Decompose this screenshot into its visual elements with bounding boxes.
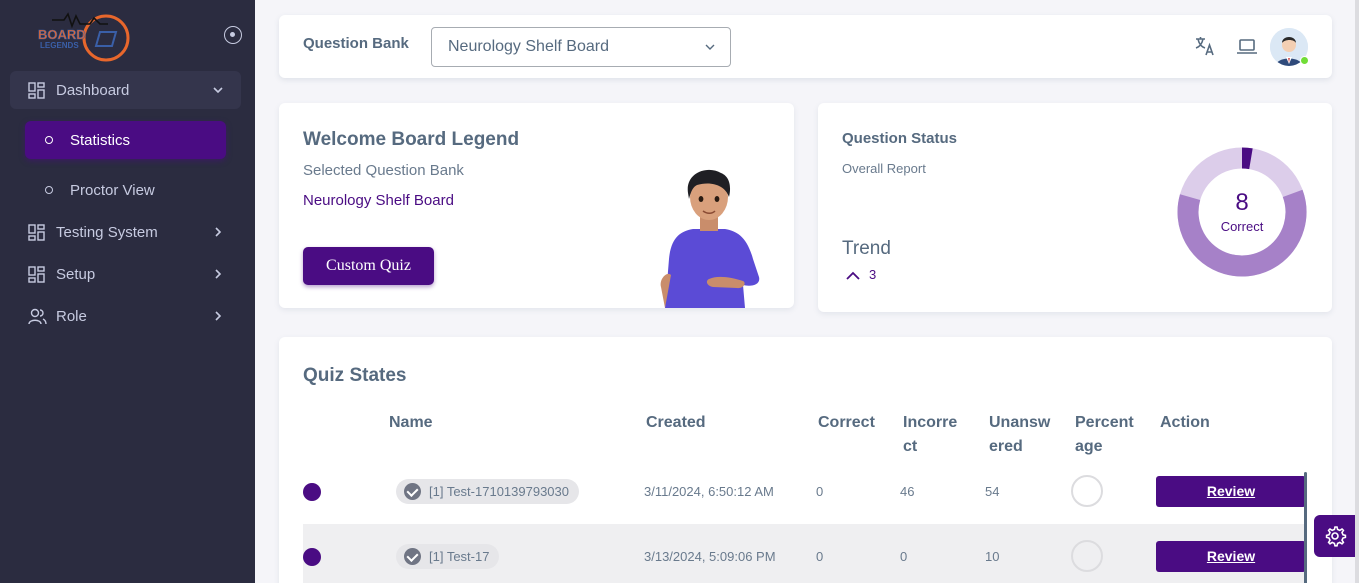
question-bank-selected-value: Neurology Shelf Board <box>448 38 609 55</box>
review-button[interactable]: Review <box>1156 541 1306 572</box>
column-header-name[interactable]: Name <box>389 411 433 435</box>
chevron-right-icon <box>215 269 222 279</box>
sidebar-subitem-statistics[interactable]: Statistics <box>25 121 226 159</box>
selected-bank-name: Neurology Shelf Board <box>303 192 454 209</box>
dashboard-icon <box>28 81 45 99</box>
trend-label: Trend <box>842 238 891 259</box>
chevron-down-icon <box>705 44 715 50</box>
quiz-name-chip: [1] Test-17 <box>396 544 500 569</box>
cell-correct: 0 <box>816 484 824 499</box>
trend-value: 3 <box>869 267 877 282</box>
table-row: [1] Test-1710139793030 3/11/2024, 6:50:1… <box>303 459 1306 524</box>
character-illustration <box>660 169 760 308</box>
circle-icon <box>45 136 53 144</box>
gear-icon <box>1325 526 1347 547</box>
sidebar-item-label: Testing System <box>56 223 158 241</box>
cell-unanswered: 54 <box>985 484 1000 499</box>
row-status-dot <box>303 548 321 566</box>
column-header-correct[interactable]: Correct <box>818 411 875 435</box>
chevron-up-icon <box>846 271 860 280</box>
chevron-right-icon <box>215 311 222 321</box>
cell-unanswered: 10 <box>985 549 1000 564</box>
sidebar-item-label: Setup <box>56 265 96 283</box>
question-status-card: Question Status Overall Report Trend 3 8… <box>818 103 1332 312</box>
cell-incorrect: 46 <box>900 484 915 499</box>
column-header-percentage[interactable]: Percent age <box>1075 411 1134 459</box>
grid-icon <box>28 265 45 283</box>
welcome-card: Welcome Board Legend Selected Question B… <box>279 103 794 308</box>
logo-text: BOARD <box>38 27 86 42</box>
sidebar-subitem-label: Proctor View <box>70 181 155 199</box>
settings-button[interactable] <box>1314 515 1357 557</box>
circle-icon <box>45 186 53 194</box>
chevron-down-icon <box>213 87 223 94</box>
logo-subtext: LEGENDS <box>40 41 79 50</box>
check-circle-icon <box>404 548 421 565</box>
custom-quiz-button[interactable]: Custom Quiz <box>303 247 434 285</box>
sidebar-subitem-label: Statistics <box>70 131 131 149</box>
sidebar-item-role[interactable]: Role <box>10 297 241 335</box>
chevron-right-icon <box>215 227 222 237</box>
online-status-dot <box>1300 56 1309 65</box>
question-status-title: Question Status <box>842 130 958 147</box>
table-scrollbar[interactable] <box>1304 472 1307 583</box>
overall-report-label: Overall Report <box>842 161 926 176</box>
cell-created: 3/11/2024, 6:50:12 AM <box>644 484 774 499</box>
column-header-unanswered[interactable]: Unansw ered <box>989 411 1050 459</box>
sidebar-item-testing-system[interactable]: Testing System <box>10 213 241 251</box>
translate-icon[interactable] <box>1194 35 1216 57</box>
question-bank-label: Question Bank <box>303 35 409 52</box>
board-legends-logo[interactable]: BOARD LEGENDS <box>30 10 134 62</box>
column-header-created[interactable]: Created <box>646 411 706 435</box>
table-row: [1] Test-17 3/13/2024, 5:09:06 PM 0 0 10… <box>303 524 1306 583</box>
question-bank-select[interactable]: Neurology Shelf Board <box>431 27 731 67</box>
cell-created: 3/13/2024, 5:09:06 PM <box>644 549 776 564</box>
users-icon <box>28 308 47 325</box>
review-button[interactable]: Review <box>1156 476 1306 507</box>
welcome-title: Welcome Board Legend <box>303 129 520 150</box>
quiz-name-chip: [1] Test-1710139793030 <box>396 479 579 504</box>
selected-bank-label: Selected Question Bank <box>303 162 464 179</box>
sidebar-subitem-proctor-view[interactable]: Proctor View <box>25 171 226 209</box>
sidebar-item-label: Dashboard <box>56 81 130 99</box>
donut-center-value: 8 <box>1235 189 1249 216</box>
quiz-states-title: Quiz States <box>303 365 407 386</box>
donut-center-label: Correct <box>1220 219 1264 234</box>
column-header-action: Action <box>1160 414 1210 431</box>
sidebar-collapse-toggle[interactable] <box>224 26 242 44</box>
sidebar: BOARD LEGENDS Dashboard Statistics Proct… <box>0 0 255 583</box>
laptop-icon[interactable] <box>1236 35 1258 57</box>
check-circle-icon <box>404 483 421 500</box>
percentage-ring <box>1071 540 1103 572</box>
sidebar-item-setup[interactable]: Setup <box>10 255 241 293</box>
trend-indicator: 3 <box>846 267 876 282</box>
cell-correct: 0 <box>816 549 824 564</box>
percentage-ring <box>1071 475 1103 507</box>
grid-icon <box>28 223 45 241</box>
sidebar-item-label: Role <box>56 307 87 325</box>
column-header-incorrect[interactable]: Incorre ct <box>903 411 957 459</box>
sidebar-item-dashboard[interactable]: Dashboard <box>10 71 241 109</box>
page-scrollbar[interactable] <box>1355 0 1359 583</box>
top-navbar: Question Bank Neurology Shelf Board <box>279 15 1332 78</box>
quiz-states-card: Quiz States Name Created Correct Incorre… <box>279 337 1332 583</box>
row-status-dot <box>303 483 321 501</box>
cell-incorrect: 0 <box>900 549 908 564</box>
